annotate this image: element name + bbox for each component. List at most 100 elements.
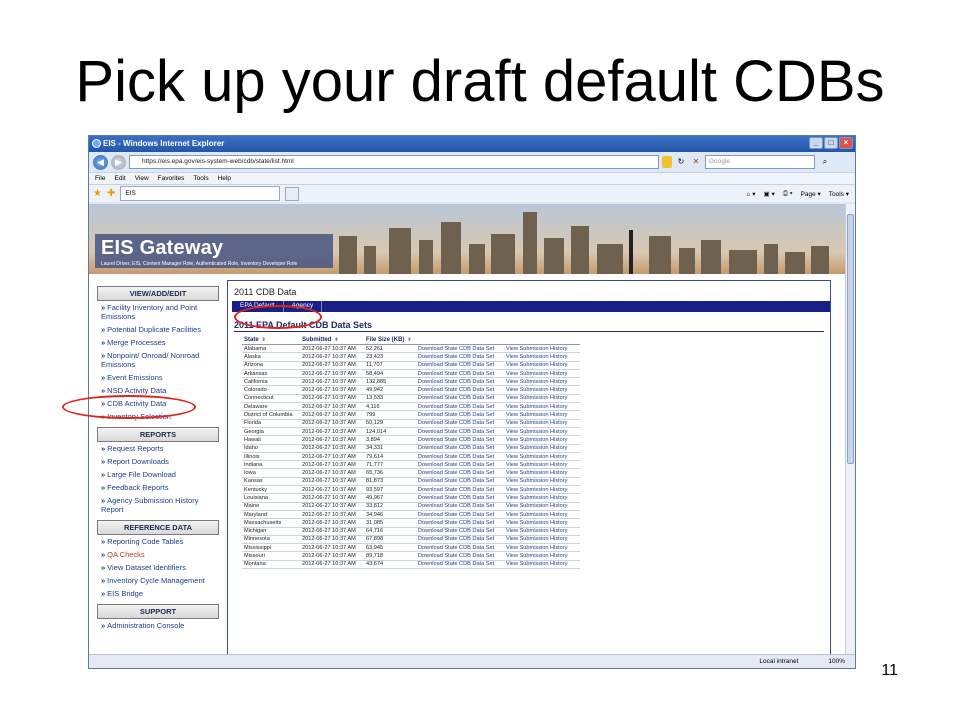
- history-link[interactable]: View Submission History: [504, 452, 580, 462]
- history-link[interactable]: View Submission History: [504, 344, 580, 354]
- menu-edit[interactable]: Edit: [114, 175, 125, 182]
- col-file-size[interactable]: File Size (KB) ⬍: [364, 336, 416, 345]
- history-link[interactable]: View Submission History: [504, 551, 580, 561]
- download-link[interactable]: Download State CDB Data Set: [416, 510, 504, 520]
- download-link[interactable]: Download State CDB Data Set: [416, 527, 504, 536]
- nav-eis-bridge[interactable]: » EIS Bridge: [97, 587, 219, 600]
- download-link[interactable]: Download State CDB Data Set: [416, 410, 504, 420]
- nav-merge-processes[interactable]: » Merge Processes: [97, 336, 219, 349]
- nav-potential-duplicates[interactable]: » Potential Duplicate Facilities: [97, 323, 219, 336]
- history-link[interactable]: View Submission History: [504, 518, 580, 528]
- download-link[interactable]: Download State CDB Data Set: [416, 385, 504, 395]
- tools-menu[interactable]: Tools ▾: [829, 190, 849, 198]
- browser-tab[interactable]: EIS: [120, 186, 281, 201]
- menu-favorites[interactable]: Favorites: [158, 175, 185, 182]
- download-link[interactable]: Download State CDB Data Set: [416, 560, 504, 570]
- history-link[interactable]: View Submission History: [504, 394, 580, 404]
- history-link[interactable]: View Submission History: [504, 485, 580, 495]
- menu-tools[interactable]: Tools: [193, 175, 208, 182]
- download-link[interactable]: Download State CDB Data Set: [416, 402, 504, 412]
- history-link[interactable]: View Submission History: [504, 502, 580, 511]
- download-link[interactable]: Download State CDB Data Set: [416, 460, 504, 470]
- history-link[interactable]: View Submission History: [504, 361, 580, 370]
- download-link[interactable]: Download State CDB Data Set: [416, 543, 504, 553]
- download-link[interactable]: Download State CDB Data Set: [416, 452, 504, 462]
- home-icon[interactable]: ⌂ ▾: [747, 190, 756, 198]
- favorites-star-icon[interactable]: ★: [93, 188, 102, 199]
- download-link[interactable]: Download State CDB Data Set: [416, 477, 504, 487]
- nav-facility-inventory[interactable]: » Facility Inventory and Point Emissions: [97, 301, 219, 323]
- nav-report-downloads[interactable]: » Report Downloads: [97, 455, 219, 468]
- download-link[interactable]: Download State CDB Data Set: [416, 518, 504, 528]
- col-submitted[interactable]: Submitted ⬍: [300, 336, 364, 345]
- menu-view[interactable]: View: [135, 175, 149, 182]
- feeds-icon[interactable]: ▣ ▾: [764, 190, 775, 198]
- add-favorite-icon[interactable]: ✚: [107, 188, 115, 199]
- forward-button[interactable]: ▶: [111, 154, 126, 170]
- download-link[interactable]: Download State CDB Data Set: [416, 419, 504, 428]
- refresh-button[interactable]: ↻: [675, 156, 687, 168]
- download-link[interactable]: Download State CDB Data Set: [416, 427, 504, 437]
- lock-icon[interactable]: [662, 156, 672, 168]
- history-link[interactable]: View Submission History: [504, 419, 580, 428]
- url-field[interactable]: https://eis.epa.gov/eis-system-web/cdb/s…: [129, 155, 659, 169]
- print-icon[interactable]: ⎙ ▾: [783, 190, 793, 198]
- history-link[interactable]: View Submission History: [504, 477, 580, 487]
- nav-dataset-identifiers[interactable]: » View Dataset Identifiers: [97, 561, 219, 574]
- search-input[interactable]: Google: [705, 155, 815, 169]
- minimize-button[interactable]: _: [809, 137, 823, 149]
- col-state[interactable]: State ⬍: [242, 336, 300, 345]
- history-link[interactable]: View Submission History: [504, 493, 580, 503]
- nav-nonpoint-emissions[interactable]: » Nonpoint/ Onroad/ Nonroad Emissions: [97, 349, 219, 371]
- download-link[interactable]: Download State CDB Data Set: [416, 485, 504, 495]
- download-link[interactable]: Download State CDB Data Set: [416, 535, 504, 545]
- back-button[interactable]: ◀: [93, 154, 108, 170]
- download-link[interactable]: Download State CDB Data Set: [416, 352, 504, 362]
- maximize-button[interactable]: □: [824, 137, 838, 149]
- search-icon[interactable]: ⌕: [818, 155, 832, 169]
- history-link[interactable]: View Submission History: [504, 435, 580, 445]
- download-link[interactable]: Download State CDB Data Set: [416, 502, 504, 511]
- history-link[interactable]: View Submission History: [504, 410, 580, 420]
- download-link[interactable]: Download State CDB Data Set: [416, 493, 504, 503]
- nav-large-file-download[interactable]: » Large File Download: [97, 468, 219, 481]
- history-link[interactable]: View Submission History: [504, 460, 580, 470]
- download-link[interactable]: Download State CDB Data Set: [416, 444, 504, 453]
- stop-button[interactable]: ✕: [690, 156, 702, 168]
- download-link[interactable]: Download State CDB Data Set: [416, 361, 504, 370]
- nav-administration-console[interactable]: » Administration Console: [97, 619, 219, 632]
- nav-reporting-code-tables[interactable]: » Reporting Code Tables: [97, 535, 219, 548]
- new-tab-button[interactable]: [285, 186, 300, 201]
- download-link[interactable]: Download State CDB Data Set: [416, 468, 504, 478]
- nav-qa-checks[interactable]: » QA Checks: [97, 548, 219, 561]
- nav-feedback-reports[interactable]: » Feedback Reports: [97, 481, 219, 494]
- nav-agency-submission-history[interactable]: » Agency Submission History Report: [97, 494, 219, 516]
- page-scrollbar[interactable]: [845, 204, 855, 656]
- history-link[interactable]: View Submission History: [504, 444, 580, 453]
- history-link[interactable]: View Submission History: [504, 402, 580, 412]
- download-link[interactable]: Download State CDB Data Set: [416, 377, 504, 387]
- menu-help[interactable]: Help: [218, 175, 231, 182]
- history-link[interactable]: View Submission History: [504, 377, 580, 387]
- download-link[interactable]: Download State CDB Data Set: [416, 551, 504, 561]
- history-link[interactable]: View Submission History: [504, 369, 580, 379]
- history-link[interactable]: View Submission History: [504, 352, 580, 362]
- scrollbar-thumb[interactable]: [847, 214, 854, 464]
- download-link[interactable]: Download State CDB Data Set: [416, 435, 504, 445]
- nav-request-reports[interactable]: » Request Reports: [97, 442, 219, 455]
- page-menu[interactable]: Page ▾: [801, 190, 821, 198]
- menu-file[interactable]: File: [95, 175, 105, 182]
- history-link[interactable]: View Submission History: [504, 510, 580, 520]
- history-link[interactable]: View Submission History: [504, 427, 580, 437]
- download-link[interactable]: Download State CDB Data Set: [416, 394, 504, 404]
- history-link[interactable]: View Submission History: [504, 535, 580, 545]
- nav-inventory-cycle[interactable]: » Inventory Cycle Management: [97, 574, 219, 587]
- history-link[interactable]: View Submission History: [504, 527, 580, 536]
- nav-event-emissions[interactable]: » Event Emissions: [97, 371, 219, 384]
- history-link[interactable]: View Submission History: [504, 560, 580, 570]
- download-link[interactable]: Download State CDB Data Set: [416, 344, 504, 354]
- close-button[interactable]: ×: [839, 137, 853, 149]
- zoom-level[interactable]: 100%: [828, 658, 845, 665]
- history-link[interactable]: View Submission History: [504, 543, 580, 553]
- history-link[interactable]: View Submission History: [504, 468, 580, 478]
